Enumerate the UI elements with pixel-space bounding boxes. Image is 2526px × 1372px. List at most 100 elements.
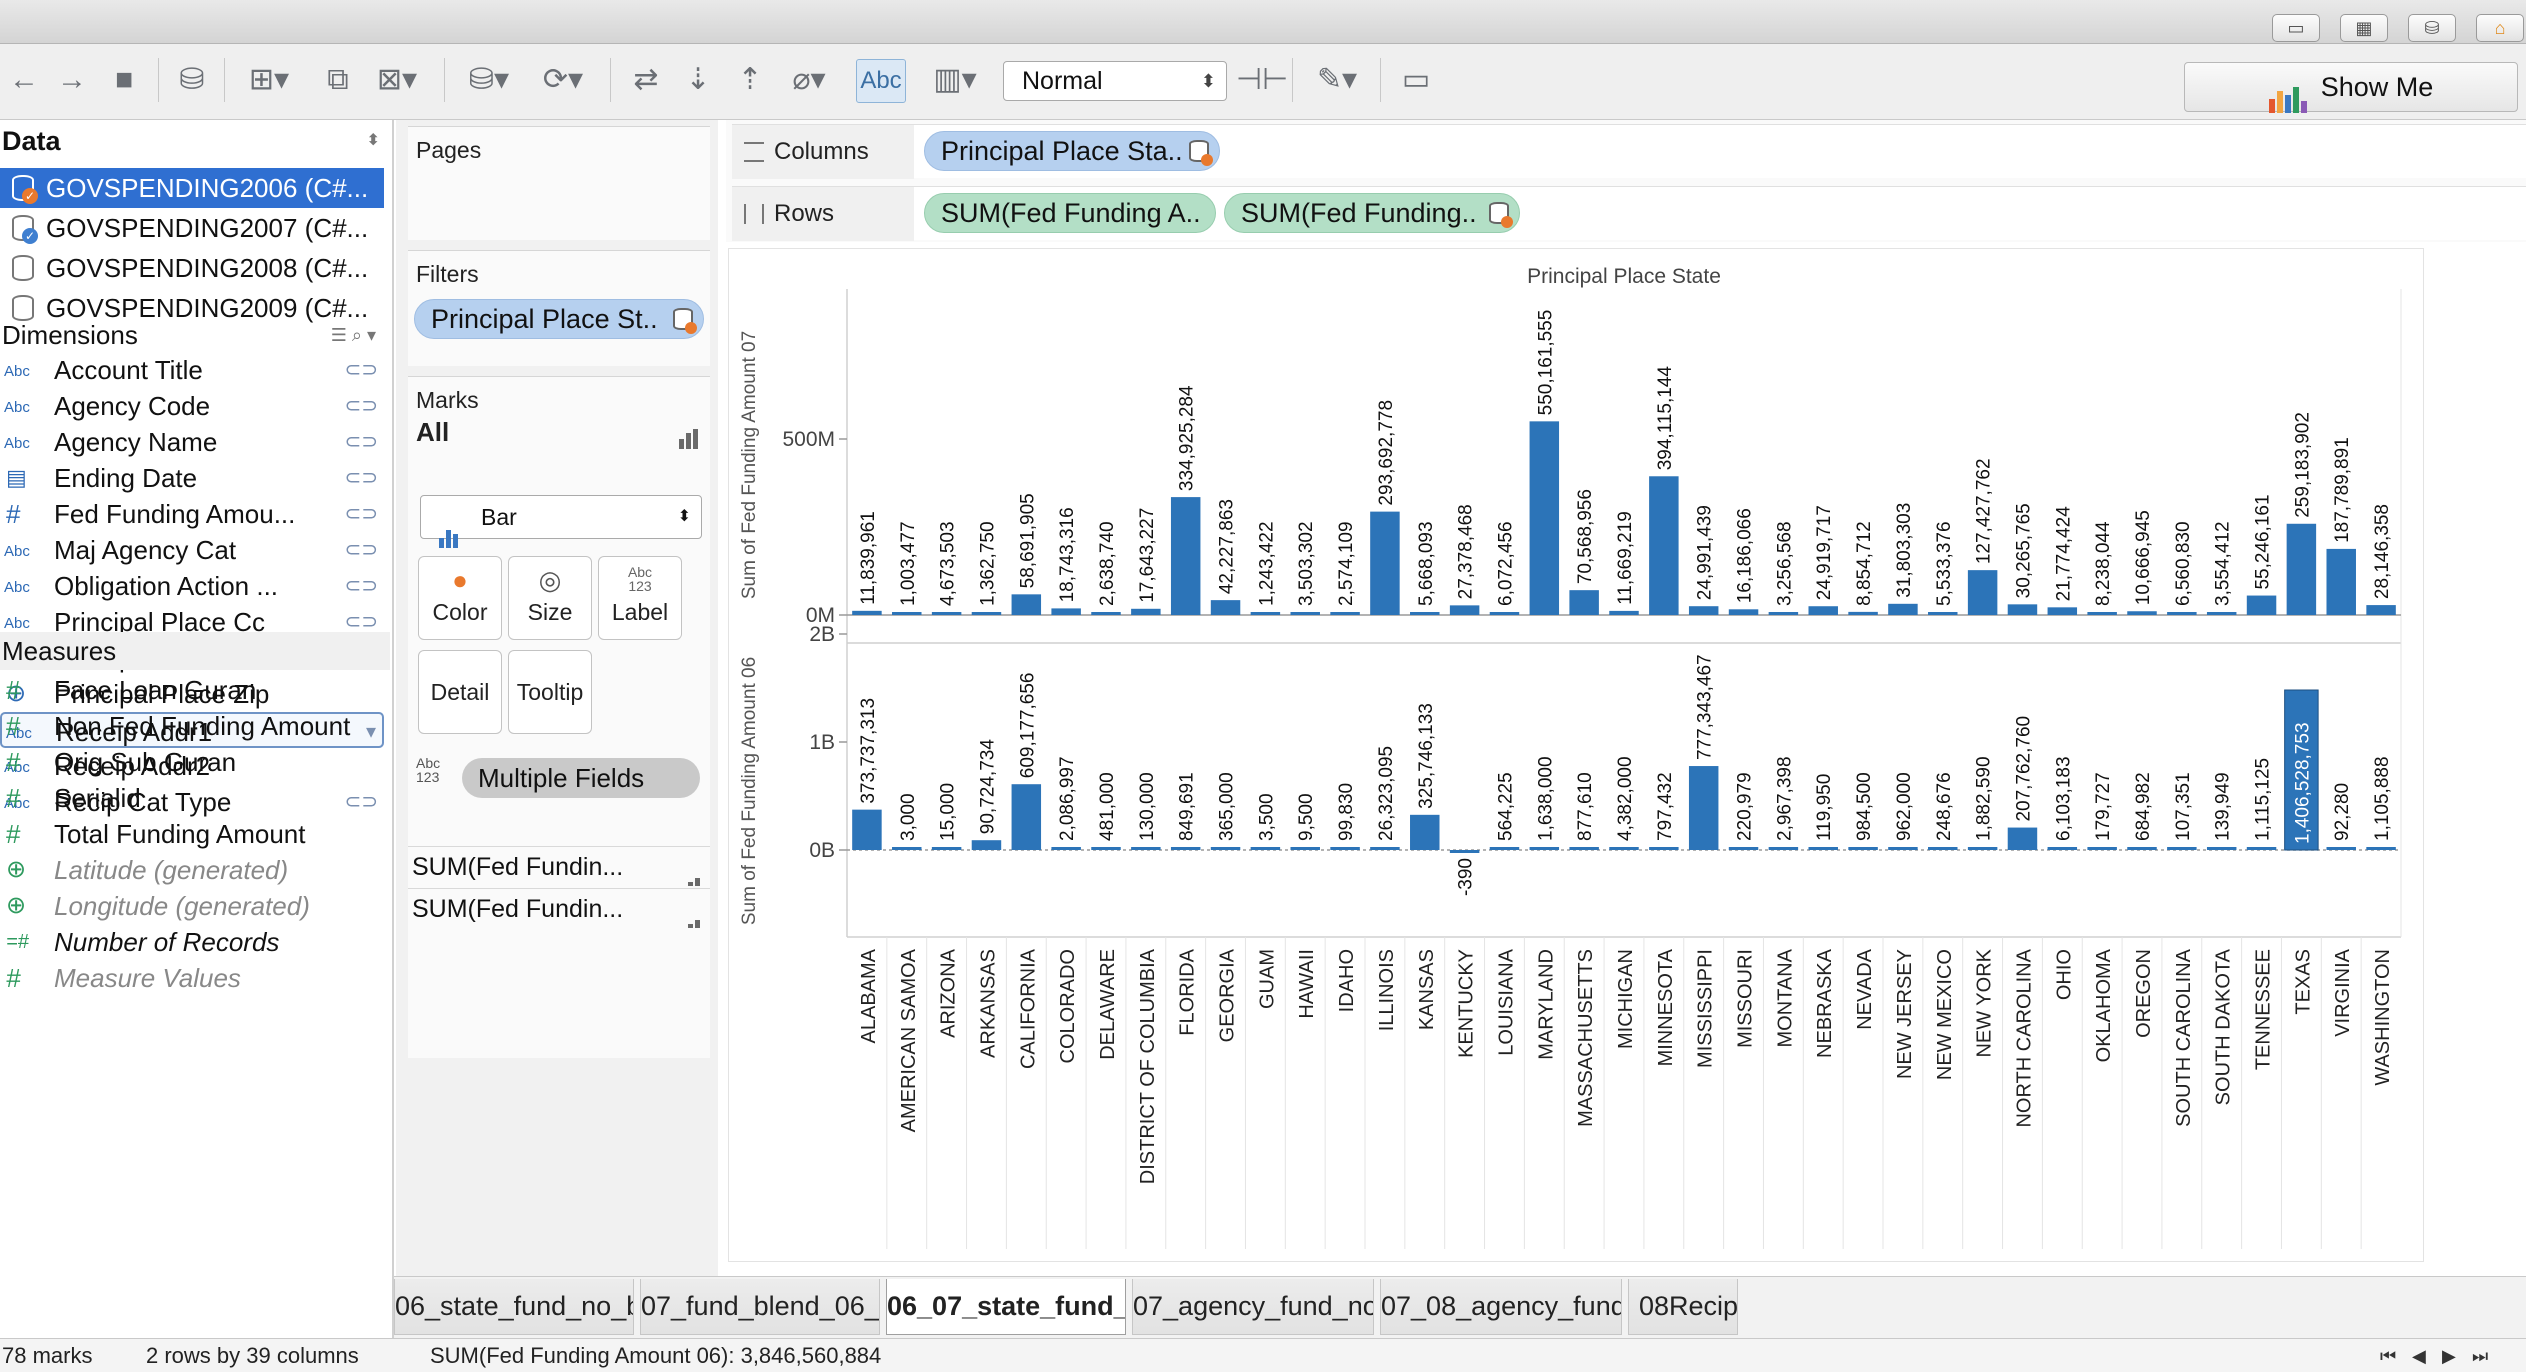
redo-icon[interactable]: → xyxy=(52,59,92,101)
save-icon[interactable]: ■ xyxy=(104,59,144,101)
detail-button[interactable]: Detail xyxy=(418,650,502,734)
x-category-label: NEW JERSEY xyxy=(1894,949,1916,1079)
sort-ascending-icon[interactable]: ⇣ xyxy=(676,59,720,101)
link-icon[interactable]: ⊂⊃ xyxy=(344,424,378,460)
fit-mode-value: Normal xyxy=(1022,67,1103,95)
measure-field[interactable]: # Total Funding Amount xyxy=(0,816,384,852)
dimension-field[interactable]: # Fed Funding Amou... ⊂⊃ xyxy=(0,496,384,532)
link-icon[interactable]: ⊂⊃ xyxy=(344,352,378,388)
bar-data-label: 2,638,740 xyxy=(1097,521,1118,606)
dashboard-view-icon[interactable]: ▦ xyxy=(2340,14,2388,42)
bar-data-label: 11,669,219 xyxy=(1615,511,1636,605)
dimension-field[interactable]: Abc Obligation Action ... ⊂⊃ xyxy=(0,568,384,604)
measure-field[interactable]: # Measure Values xyxy=(0,960,384,996)
show-me-button[interactable]: Show Me xyxy=(2184,62,2518,113)
fit-mode-select[interactable]: Normal ⬍ xyxy=(1003,61,1227,101)
bar xyxy=(1250,847,1281,850)
rows-shelf[interactable]: Rows SUM(Fed Funding A.. SUM(Fed Funding… xyxy=(732,186,2526,241)
link-icon[interactable]: ⊂⊃ xyxy=(344,532,378,568)
sheet-tab[interactable]: 07_08_agency_fund_blend xyxy=(1380,1279,1622,1335)
bar-data-label: 293,692,778 xyxy=(1376,400,1397,506)
undo-icon[interactable]: ← xyxy=(4,59,44,101)
presentation-mode-icon[interactable]: ▭ xyxy=(1394,59,1438,101)
clear-sheet-icon[interactable]: ⊠▾ xyxy=(366,59,428,101)
home-icon[interactable]: ⌂ xyxy=(2476,14,2524,42)
bar xyxy=(1290,612,1320,615)
swap-rows-columns-icon[interactable]: ⇄ xyxy=(624,59,668,101)
dimension-field[interactable]: Abc Maj Agency Cat ⊂⊃ xyxy=(0,532,384,568)
measure-field[interactable]: =# Number of Records xyxy=(0,924,384,960)
label-button[interactable]: Abc 123 Label xyxy=(598,556,682,640)
dimension-field[interactable]: ▤ Ending Date ⊂⊃ xyxy=(0,460,384,496)
size-button[interactable]: ◎ Size xyxy=(508,556,592,640)
multiple-fields-pill[interactable]: Multiple Fields xyxy=(462,758,700,798)
marks-all-label[interactable]: All xyxy=(416,417,449,448)
dimensions-menu-icon[interactable]: ☰ ⌕ ▾ xyxy=(331,316,376,354)
color-button[interactable]: ● Color xyxy=(418,556,502,640)
duplicate-sheet-icon[interactable]: ⧉ xyxy=(316,59,360,101)
first-sheet-icon[interactable]: ⏮ xyxy=(2380,1339,2396,1372)
tooltip-button[interactable]: Tooltip xyxy=(508,650,592,734)
sort-updown-icon[interactable]: ⬍ xyxy=(367,122,380,160)
x-category-label: MASSACHUSETTS xyxy=(1575,949,1597,1127)
datasource-item[interactable]: GOVSPENDING2008 (C#... xyxy=(0,248,384,288)
group-members-icon[interactable]: ⌀▾ xyxy=(778,59,840,101)
prev-sheet-icon[interactable]: ◀ xyxy=(2412,1339,2426,1372)
color-label: Color xyxy=(432,599,488,625)
mark-type-dropdown[interactable]: Bar ⬍ xyxy=(420,495,702,548)
datasource-item[interactable]: ✓ GOVSPENDING2007 (C#... xyxy=(0,208,384,248)
last-sheet-icon[interactable]: ⏭ xyxy=(2472,1339,2488,1372)
bar xyxy=(1609,847,1639,850)
sheet-tab[interactable]: 07_agency_fund_no_blend xyxy=(1132,1279,1374,1335)
dimension-field[interactable]: Abc Account Title ⊂⊃ xyxy=(0,352,384,388)
bar xyxy=(1410,612,1440,615)
measure-field[interactable]: # Non Fed Funding Amount xyxy=(0,708,384,744)
cards-pane: Pages Filters Principal Place St.. Marks… xyxy=(396,120,718,1338)
sum-fed-funding-07-row[interactable]: SUM(Fed Fundin... xyxy=(408,888,710,928)
measure-field[interactable]: # Orig Sub Guran xyxy=(0,744,384,780)
pages-card[interactable]: Pages xyxy=(408,126,710,240)
sum-row-label: SUM(Fed Fundin... xyxy=(412,853,624,881)
sheet-tab[interactable]: 06_state_fund_no_blend xyxy=(394,1279,634,1335)
new-worksheet-icon[interactable]: ⊞▾ xyxy=(238,59,300,101)
bar-chart[interactable]: Principal Place State Sum of Fed Funding … xyxy=(729,249,2425,1263)
bar xyxy=(2047,607,2078,615)
bar-data-label: 130,000 xyxy=(1137,772,1158,841)
columns-pill-principal-place-state[interactable]: Principal Place Sta.. xyxy=(924,131,1220,171)
datasource-view-icon[interactable]: ⛁ xyxy=(2408,14,2456,42)
x-category-label: SOUTH CAROLINA xyxy=(2173,948,2195,1126)
refresh-icon[interactable]: ⟳▾ xyxy=(532,59,594,101)
bar-data-label: 3,503,302 xyxy=(1296,521,1317,606)
pause-updates-icon[interactable]: ⛁▾ xyxy=(458,59,520,101)
dimension-field[interactable]: Abc Agency Code ⊂⊃ xyxy=(0,388,384,424)
measure-field[interactable]: # Face Loan Guran xyxy=(0,672,384,708)
rows-pill-fed-funding-07[interactable]: SUM(Fed Funding.. xyxy=(1224,193,1520,233)
sheet-tab[interactable]: 06_07_state_fund_blend xyxy=(886,1279,1126,1335)
measure-field[interactable]: ⊕ Latitude (generated) xyxy=(0,852,384,888)
sort-descending-icon[interactable]: ⇡ xyxy=(728,59,772,101)
columns-shelf[interactable]: Columns Principal Place Sta.. xyxy=(732,124,2526,179)
link-icon[interactable]: ⊂⊃ xyxy=(344,496,378,532)
fit-width-icon[interactable]: ▥▾ xyxy=(922,59,988,101)
pages-title: Pages xyxy=(416,137,482,163)
link-icon[interactable]: ⊂⊃ xyxy=(344,460,378,496)
measure-field[interactable]: # Serialid xyxy=(0,780,384,816)
link-icon[interactable]: ⊂⊃ xyxy=(344,568,378,604)
filter-pill-principal-place-state[interactable]: Principal Place St.. xyxy=(414,299,704,339)
link-icon[interactable]: ⊂⊃ xyxy=(344,388,378,424)
next-sheet-icon[interactable]: ▶ xyxy=(2442,1339,2456,1372)
measure-field[interactable]: ⊕ Longitude (generated) xyxy=(0,888,384,924)
fix-axes-icon[interactable]: ⊣⊢ xyxy=(1236,59,1288,101)
x-category-label: NEBRASKA xyxy=(1814,948,1836,1058)
dimension-field[interactable]: Abc Agency Name ⊂⊃ xyxy=(0,424,384,460)
bar-data-label: 3,500 xyxy=(1256,793,1277,841)
rows-pill-fed-funding-06[interactable]: SUM(Fed Funding A.. xyxy=(924,193,1216,233)
datasource-item[interactable]: ✓ GOVSPENDING2006 (C#... xyxy=(0,168,384,208)
sum-fed-funding-06-row[interactable]: SUM(Fed Fundin... xyxy=(408,846,710,886)
show-mark-labels-button[interactable]: Abc xyxy=(856,59,906,103)
datasource-icon[interactable]: ⛁ xyxy=(172,59,212,101)
worksheet-view-icon[interactable]: ▭ xyxy=(2272,14,2320,42)
sheet-tab[interactable]: 07_fund_blend_06_state xyxy=(640,1279,880,1335)
highlight-icon[interactable]: ✎▾ xyxy=(1306,59,1368,101)
sheet-tab[interactable]: 08Recipi xyxy=(1628,1279,1738,1335)
